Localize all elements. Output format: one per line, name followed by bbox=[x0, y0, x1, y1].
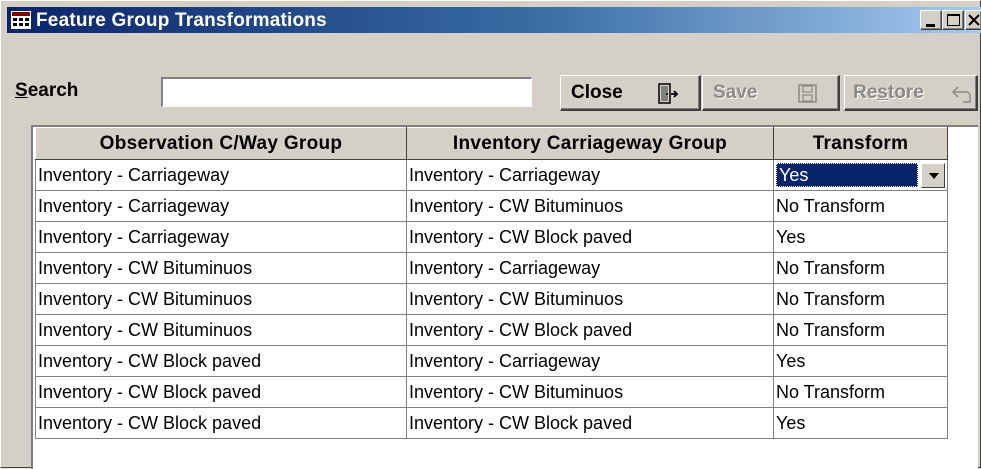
transform-cell[interactable]: No Transform bbox=[773, 190, 948, 222]
floppy-disk-icon bbox=[797, 83, 819, 111]
save-button[interactable]: Save bbox=[702, 75, 840, 111]
inventory-group-cell[interactable]: Inventory - CW Block paved bbox=[406, 221, 774, 253]
transform-selected-value[interactable]: Yes bbox=[776, 163, 918, 187]
window-close-button[interactable] bbox=[965, 10, 981, 30]
transformations-table: Observation C/Way Group Inventory Carria… bbox=[35, 127, 948, 439]
transform-dropdown-button[interactable] bbox=[921, 162, 945, 188]
inventory-group-cell[interactable]: Inventory - CW Block paved bbox=[406, 407, 774, 439]
search-label-text: earch bbox=[27, 80, 79, 101]
observation-group-cell[interactable]: Inventory - Carriageway bbox=[35, 190, 407, 222]
table-row[interactable]: Inventory - CW Block paved Inventory - C… bbox=[35, 345, 948, 377]
header-row: Observation C/Way Group Inventory Carria… bbox=[35, 127, 948, 160]
inventory-group-cell[interactable]: Inventory - Carriageway bbox=[406, 159, 774, 191]
observation-group-cell[interactable]: Inventory - Carriageway bbox=[35, 159, 407, 191]
inventory-group-cell[interactable]: Inventory - Carriageway bbox=[406, 345, 774, 377]
search-input[interactable] bbox=[161, 77, 532, 107]
observation-group-cell[interactable]: Inventory - CW Block paved bbox=[35, 376, 407, 408]
table-row[interactable]: Inventory - CW Block paved Inventory - C… bbox=[35, 376, 948, 408]
save-button-label: Save bbox=[713, 81, 758, 103]
transform-cell[interactable]: No Transform bbox=[773, 314, 948, 346]
table-row[interactable]: Inventory - Carriageway Inventory - CW B… bbox=[35, 190, 948, 222]
transform-cell[interactable]: Yes bbox=[773, 345, 948, 377]
column-header-inventory-group[interactable]: Inventory Carriageway Group bbox=[406, 127, 774, 160]
observation-group-cell[interactable]: Inventory - Carriageway bbox=[35, 221, 407, 253]
observation-group-cell[interactable]: Inventory - CW Block paved bbox=[35, 407, 407, 439]
undo-arrow-icon bbox=[951, 83, 973, 111]
restore-button-label: Restore bbox=[853, 81, 924, 103]
minimize-icon bbox=[926, 24, 935, 27]
column-header-transform[interactable]: Transform bbox=[773, 127, 948, 160]
table-row[interactable]: Inventory - CW Bituminuos Inventory - Ca… bbox=[35, 252, 948, 284]
transform-cell[interactable]: Yes bbox=[773, 159, 948, 191]
title-bar[interactable]: Feature Group Transformations bbox=[7, 7, 981, 33]
maximize-icon bbox=[947, 14, 960, 26]
observation-group-cell[interactable]: Inventory - CW Bituminuos bbox=[35, 283, 407, 315]
table-row[interactable]: Inventory - CW Block paved Inventory - C… bbox=[35, 407, 948, 439]
exit-door-icon bbox=[657, 83, 679, 111]
transform-cell[interactable]: No Transform bbox=[773, 283, 948, 315]
inventory-group-cell[interactable]: Inventory - CW Bituminuos bbox=[406, 283, 774, 315]
transform-cell[interactable]: Yes bbox=[773, 221, 948, 253]
close-icon bbox=[968, 14, 980, 26]
transform-select[interactable]: Yes bbox=[776, 162, 945, 189]
observation-group-cell[interactable]: Inventory - CW Bituminuos bbox=[35, 314, 407, 346]
inventory-group-cell[interactable]: Inventory - CW Bituminuos bbox=[406, 376, 774, 408]
maximize-button[interactable] bbox=[942, 10, 964, 30]
table-row[interactable]: Inventory - Carriageway Inventory - CW B… bbox=[35, 221, 948, 253]
column-header-observation-group[interactable]: Observation C/Way Group bbox=[35, 127, 407, 160]
transform-cell[interactable]: No Transform bbox=[773, 376, 948, 408]
observation-group-cell[interactable]: Inventory - CW Block paved bbox=[35, 345, 407, 377]
table-row[interactable]: Inventory - Carriageway Inventory - Carr… bbox=[35, 159, 948, 191]
transform-cell[interactable]: No Transform bbox=[773, 252, 948, 284]
observation-group-cell[interactable]: Inventory - CW Bituminuos bbox=[35, 252, 407, 284]
feature-group-transformations-window: Feature Group Transformations Search Clo… bbox=[0, 0, 981, 469]
minimize-button[interactable] bbox=[920, 10, 942, 30]
app-grid-icon bbox=[11, 11, 31, 29]
transformations-grid[interactable]: Observation C/Way Group Inventory Carria… bbox=[31, 125, 978, 469]
restore-button[interactable]: Restore bbox=[844, 75, 978, 111]
table-row[interactable]: Inventory - CW Bituminuos Inventory - CW… bbox=[35, 314, 948, 346]
inventory-group-cell[interactable]: Inventory - Carriageway bbox=[406, 252, 774, 284]
window-title: Feature Group Transformations bbox=[36, 10, 327, 31]
transform-cell[interactable]: Yes bbox=[773, 407, 948, 439]
inventory-group-cell[interactable]: Inventory - CW Block paved bbox=[406, 314, 774, 346]
dropdown-arrow-icon bbox=[929, 172, 939, 179]
table-row[interactable]: Inventory - CW Bituminuos Inventory - CW… bbox=[35, 283, 948, 315]
inventory-group-cell[interactable]: Inventory - CW Bituminuos bbox=[406, 190, 774, 222]
close-button-label: Close bbox=[571, 81, 623, 103]
close-button[interactable]: Close bbox=[560, 75, 701, 111]
search-label: Search bbox=[15, 80, 78, 102]
search-label-accelerator: S bbox=[15, 80, 28, 101]
